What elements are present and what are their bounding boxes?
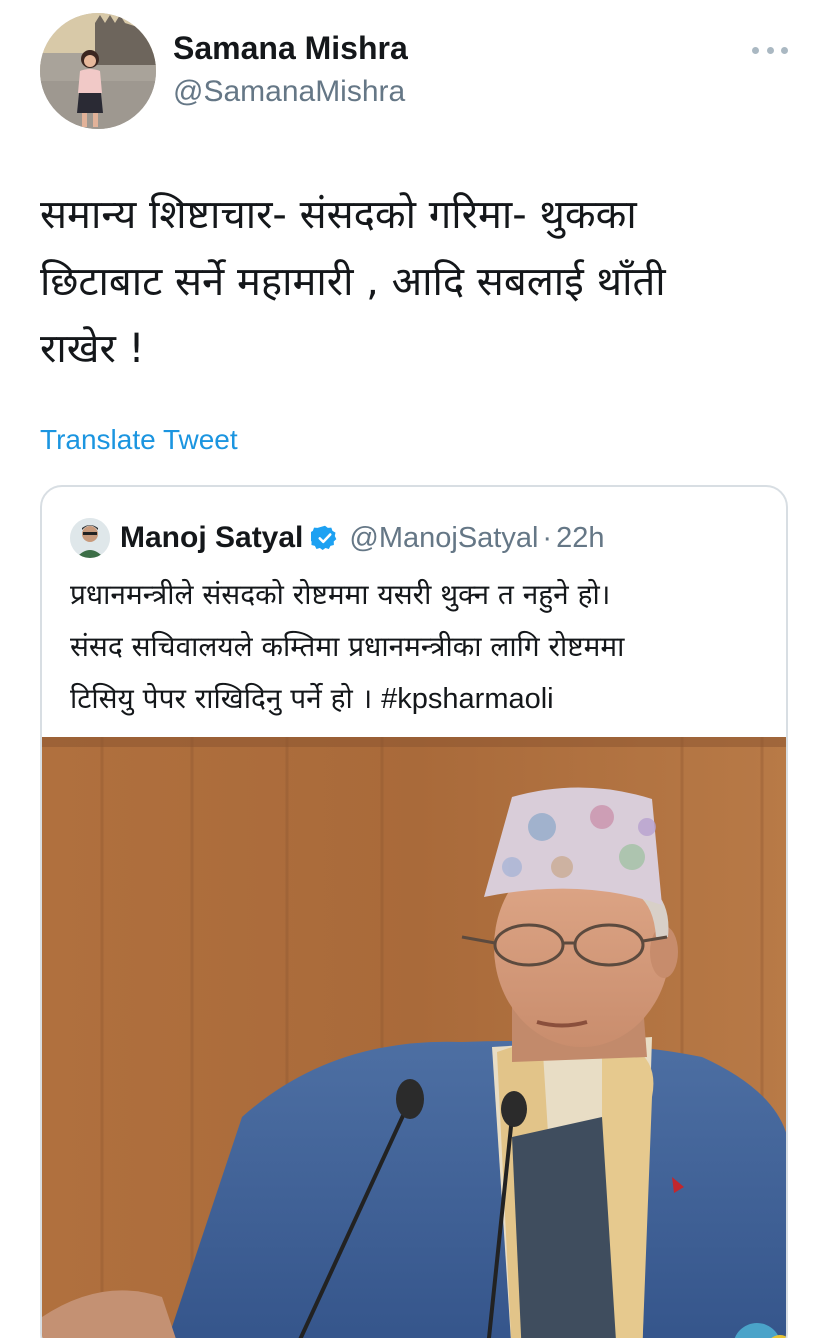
quoted-text-segment: टिसियु पेपर राखिदिनु पर्ने हो । [70, 682, 373, 715]
verified-badge-icon [311, 525, 337, 551]
author-handle[interactable]: @SamanaMishra [173, 75, 405, 109]
quoted-author-name[interactable]: Manoj Satyal [120, 521, 303, 555]
separator-dot: · [542, 521, 553, 554]
dot [766, 46, 774, 54]
quoted-tweet-media[interactable] [42, 737, 786, 1338]
author-display-name[interactable]: Samana Mishra [173, 30, 408, 67]
tweet-text-line: समान्य शिष्टाचार- संसदको गरिमा- थुकका [40, 192, 637, 238]
quoted-tweet-card[interactable]: Manoj Satyal @ManojSatyal · 22h प्रधानमन… [40, 485, 788, 1338]
quoted-author-avatar-image [70, 518, 110, 558]
quoted-author-handle[interactable]: @ManojSatyal [349, 522, 538, 555]
author-avatar[interactable] [40, 13, 156, 129]
quoted-text-line: संसद सचिवालयले कम्तिमा प्रधानमन्त्रीका ल… [70, 630, 625, 663]
quoted-tweet-header: Manoj Satyal @ManojSatyal · 22h [70, 515, 604, 561]
hashtag-link[interactable]: #kpsharmaoli [381, 683, 553, 715]
quoted-text-line: प्रधानमन्त्रीले संसदको रोष्टममा यसरी थुक… [70, 578, 611, 611]
quoted-tweet-body: प्रधानमन्त्रीले संसदको रोष्टममा यसरी थुक… [70, 569, 770, 725]
dot [752, 46, 759, 54]
quoted-author-avatar[interactable] [70, 518, 110, 558]
media-image [42, 737, 786, 1338]
quoted-tweet-time[interactable]: 22h [556, 522, 604, 555]
author-avatar-image [40, 13, 156, 129]
dot [781, 46, 788, 54]
translate-tweet-link[interactable]: Translate Tweet [40, 424, 238, 456]
more-horizontal-icon[interactable] [752, 36, 788, 64]
tweet-body: समान्य शिष्टाचार- संसदको गरिमा- थुकका छि… [40, 182, 800, 383]
tweet-text-line: छिटाबाट सर्ने महामारी , आदि सबलाई थाँती [40, 259, 666, 305]
tweet-text-line: राखेर ! [40, 326, 145, 372]
quoted-text-line-last: टिसियु पेपर राखिदिनु पर्ने हो । #kpsharm… [70, 673, 770, 725]
